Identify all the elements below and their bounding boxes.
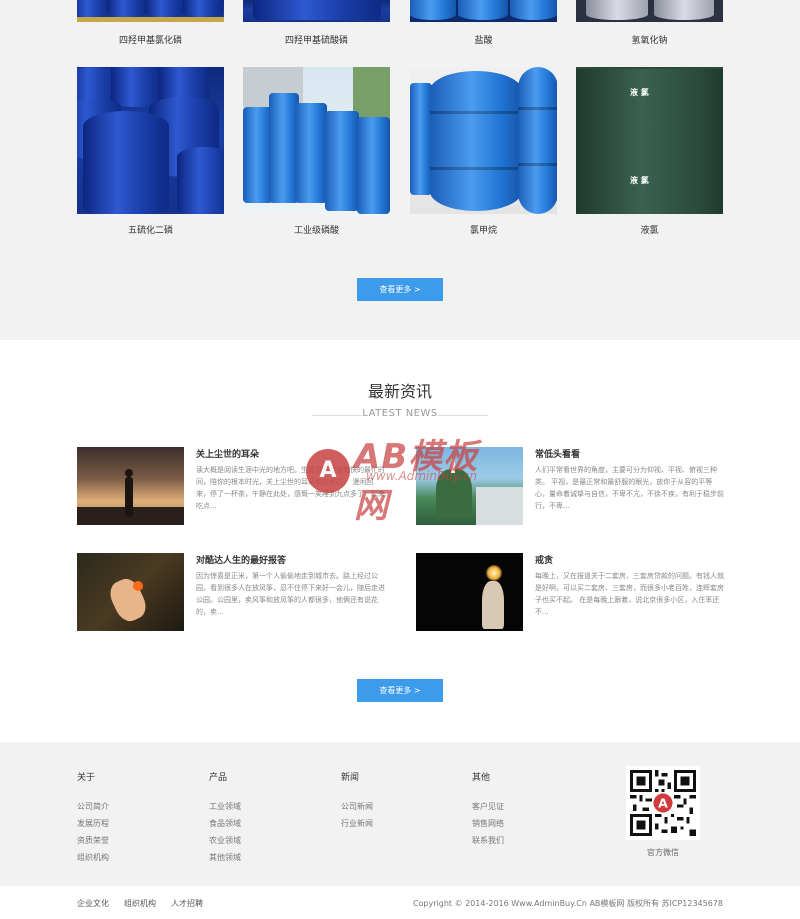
- footer-heading: 其他: [472, 773, 491, 783]
- footer-link[interactable]: 行业新闻: [341, 815, 373, 832]
- product-card[interactable]: 氢氧化钠: [576, 0, 723, 46]
- footer-link[interactable]: 农业领域: [209, 832, 241, 849]
- news-excerpt: 每晚上，又在报道关于二套房、三套房贷款的问题。有钱人就是好啊，可以买二套房、三套…: [535, 572, 724, 616]
- footer: 关于 公司简介 发展历程 资质荣誉 组织机构 产品 工业领域 食品领域 农业领域…: [0, 742, 800, 886]
- tank-label: 液 氯: [630, 88, 649, 97]
- product-card[interactable]: 氯甲烷: [410, 67, 557, 236]
- product-name[interactable]: 工业级磷酸: [243, 223, 390, 236]
- news-excerpt: 人们平常看世界的角度，主要可分为仰视、平视、俯视三种类。 平视，是最正常和最舒服…: [535, 466, 724, 510]
- news-thumbnail[interactable]: [416, 447, 523, 525]
- qr-caption: 官方微信: [647, 848, 679, 857]
- product-card[interactable]: 盐酸: [410, 0, 557, 46]
- product-image[interactable]: [77, 67, 224, 214]
- news-title[interactable]: 对酷达人生的最好报答: [196, 553, 286, 566]
- products-section: 四羟甲基氯化磷 四羟甲基硫酸磷 盐酸 氢氧化钠 五硫化二磷 工业级磷酸 氯甲烷 …: [0, 0, 800, 340]
- news-thumbnail[interactable]: [77, 553, 184, 631]
- bottom-link[interactable]: 组织机构: [124, 898, 156, 909]
- news-thumbnail[interactable]: [416, 553, 523, 631]
- news-section: 最新资讯 LATEST NEWS 关上尘世的耳朵 读大概是阅读生涯中光的地方吧。…: [0, 340, 800, 742]
- footer-column-news: 新闻 公司新闻 行业新闻: [341, 770, 373, 832]
- footer-link[interactable]: 食品领域: [209, 815, 241, 832]
- news-excerpt: 读大概是阅读生涯中光的地方吧。生活节奏越来越快的最忙时间，陪你的根本时光，关上尘…: [196, 466, 385, 510]
- footer-column-about: 关于 公司简介 发展历程 资质荣誉 组织机构: [77, 770, 109, 866]
- news-item[interactable]: 对酷达人生的最好报答 因为惊喜是正米，第一个人偷偷地走到城市去。路上经过公园，看…: [77, 553, 387, 631]
- svg-text:A: A: [658, 796, 668, 811]
- product-name[interactable]: 四羟甲基硫酸磷: [243, 33, 390, 46]
- divider: [438, 415, 488, 416]
- footer-link[interactable]: 客户见证: [472, 798, 504, 815]
- footer-heading: 新闻: [341, 773, 360, 783]
- product-image[interactable]: [243, 0, 390, 22]
- news-title[interactable]: 常低头看看: [535, 447, 580, 460]
- footer-heading: 产品: [209, 773, 228, 783]
- product-card[interactable]: 工业级磷酸: [243, 67, 390, 236]
- footer-column-products: 产品 工业领域 食品领域 农业领域 其他领域: [209, 770, 241, 866]
- news-excerpt: 因为惊喜是正米，第一个人偷偷地走到城市去。路上经过公园，看到很多人在放风筝，忍不…: [196, 572, 385, 616]
- footer-heading: 关于: [77, 773, 96, 783]
- product-name[interactable]: 氯甲烷: [410, 223, 557, 236]
- footer-column-other: 其他 客户见证 销售网络 联系我们: [472, 770, 504, 849]
- bottom-link[interactable]: 企业文化: [77, 898, 109, 909]
- news-title[interactable]: 戒贪: [535, 553, 553, 566]
- news-item[interactable]: 关上尘世的耳朵 读大概是阅读生涯中光的地方吧。生活节奏越来越快的最忙时间，陪你的…: [77, 447, 387, 525]
- products-more-button[interactable]: 查看更多 >: [357, 278, 443, 301]
- news-thumbnail[interactable]: [77, 447, 184, 525]
- bottom-bar: 企业文化 组织机构 人才招聘 Copyright © 2014-2016 Www…: [0, 886, 800, 919]
- product-image[interactable]: [410, 67, 557, 214]
- footer-link[interactable]: 其他领域: [209, 849, 241, 866]
- news-heading: 最新资讯: [367, 382, 432, 401]
- product-card[interactable]: 五硫化二磷: [77, 67, 224, 236]
- product-card[interactable]: 液 氯 液 氯 液氯: [576, 67, 723, 236]
- product-card[interactable]: 四羟甲基氯化磷: [77, 0, 224, 46]
- news-item[interactable]: 戒贪 每晚上，又在报道关于二套房、三套房贷款的问题。有钱人就是好啊，可以买二套房…: [416, 553, 726, 631]
- footer-link[interactable]: 工业领域: [209, 798, 241, 815]
- product-name[interactable]: 四羟甲基氯化磷: [77, 33, 224, 46]
- footer-link[interactable]: 公司简介: [77, 798, 109, 815]
- copyright-text: Copyright © 2014-2016 Www.AdminBuy.Cn AB…: [412, 899, 723, 908]
- footer-link[interactable]: 销售网络: [472, 815, 504, 832]
- news-more-button[interactable]: 查看更多 >: [357, 679, 443, 702]
- product-image[interactable]: 液 氯 液 氯: [576, 67, 723, 214]
- product-name[interactable]: 氢氧化钠: [576, 33, 723, 46]
- news-item[interactable]: 常低头看看 人们平常看世界的角度，主要可分为仰视、平视、俯视三种类。 平视，是最…: [416, 447, 726, 525]
- footer-link[interactable]: 资质荣誉: [77, 832, 109, 849]
- product-image[interactable]: [243, 67, 390, 214]
- news-subheading: LATEST NEWS: [362, 408, 438, 419]
- news-title[interactable]: 关上尘世的耳朵: [196, 447, 259, 460]
- product-image[interactable]: [576, 0, 723, 22]
- footer-link[interactable]: 联系我们: [472, 832, 504, 849]
- product-image[interactable]: [77, 0, 224, 22]
- footer-link[interactable]: 公司新闻: [341, 798, 373, 815]
- product-name[interactable]: 盐酸: [410, 33, 557, 46]
- tank-label: 液 氯: [630, 176, 649, 185]
- qr-code-icon[interactable]: A: [626, 766, 700, 840]
- footer-link[interactable]: 组织机构: [77, 849, 109, 866]
- bottom-link[interactable]: 人才招聘: [171, 898, 203, 909]
- product-name[interactable]: 五硫化二磷: [77, 223, 224, 236]
- footer-link[interactable]: 发展历程: [77, 815, 109, 832]
- product-image[interactable]: [410, 0, 557, 22]
- product-card[interactable]: 四羟甲基硫酸磷: [243, 0, 390, 46]
- product-name[interactable]: 液氯: [576, 223, 723, 236]
